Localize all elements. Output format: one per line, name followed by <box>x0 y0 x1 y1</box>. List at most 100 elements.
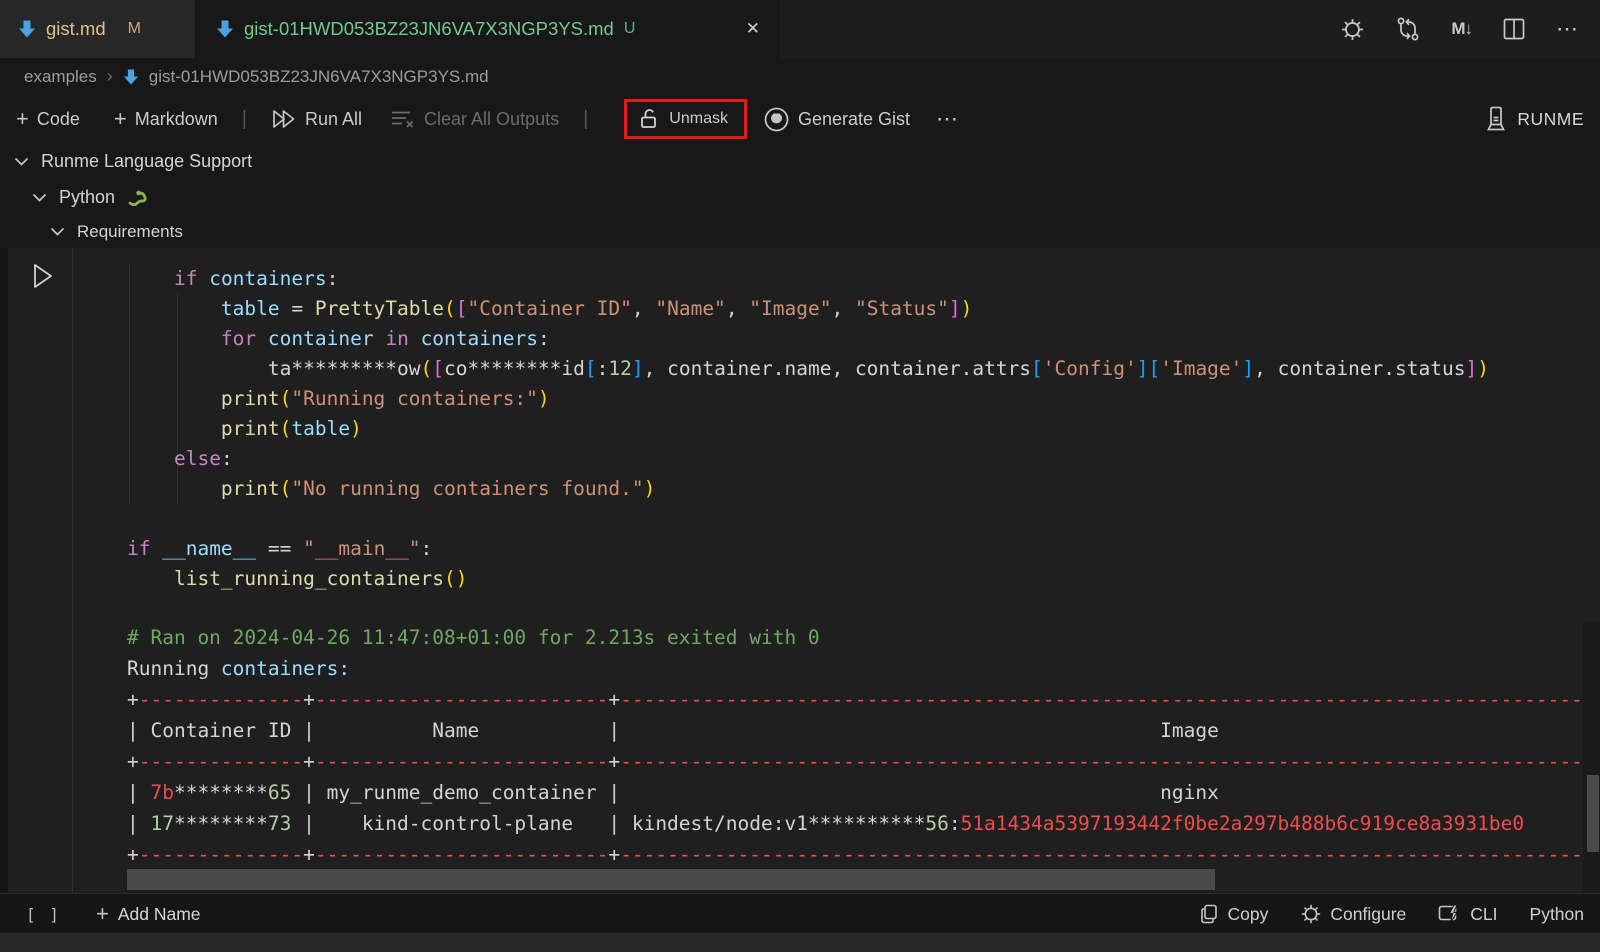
clear-all-outputs-icon <box>390 108 416 130</box>
add-markdown-button[interactable]: + Markdown <box>114 108 218 130</box>
vertical-scrollbar[interactable] <box>1587 775 1599 852</box>
gear-icon[interactable] <box>1340 17 1365 42</box>
notebook-toolbar: + Code + Markdown | Run All Clear All O <box>16 95 1584 143</box>
configure-button[interactable]: Configure <box>1300 903 1406 925</box>
generate-gist-button[interactable]: Generate Gist <box>763 106 910 133</box>
language-selector[interactable]: Python <box>1530 904 1584 925</box>
toolbar-separator: | <box>242 108 247 131</box>
cell-status-actions: Copy Configure CLI <box>1198 894 1584 934</box>
cell-code-editor[interactable]: if containers: table = PrettyTable(["Con… <box>127 264 1489 594</box>
plus-icon: + <box>96 901 109 927</box>
cli-button[interactable]: CLI <box>1438 903 1497 925</box>
runme-logo-icon <box>1484 105 1508 133</box>
horizontal-scrollbar[interactable] <box>127 869 1215 890</box>
outline-item-python[interactable]: Python <box>32 179 149 215</box>
outline-label: Requirements <box>77 222 183 242</box>
code-line: print(table) <box>127 414 1489 444</box>
git-modified-badge: M <box>128 20 141 38</box>
markdown-preview-icon[interactable]: M↓ <box>1451 19 1472 39</box>
code-line: +--------------+------------------------… <box>127 684 1583 715</box>
tab-gist-generated-md[interactable]: gist-01HWD053BZ23JN6VA7X3NGP3YS.md U ✕ <box>196 0 780 58</box>
plus-icon: + <box>16 108 29 130</box>
clear-all-outputs-button[interactable]: Clear All Outputs <box>390 108 559 130</box>
editor-tab-bar: gist.md M gist-01HWD053BZ23JN6VA7X3NGP3Y… <box>0 0 1600 58</box>
configure-label: Configure <box>1330 904 1406 925</box>
runme-label: RUNME <box>1517 109 1584 130</box>
code-line <box>127 504 1489 534</box>
outline-item-runme-language-support[interactable]: Runme Language Support <box>14 143 252 179</box>
add-name-button[interactable]: + Add Name <box>96 894 201 934</box>
add-name-label: Add Name <box>118 904 201 925</box>
more-actions-icon[interactable]: ⋯ <box>936 106 960 132</box>
chevron-down-icon <box>14 156 29 167</box>
code-line: | Container ID | Name | Image <box>127 715 1583 746</box>
code-line: print("Running containers:") <box>127 384 1489 414</box>
split-editor-icon[interactable] <box>1502 17 1526 41</box>
tab-label: gist.md <box>46 18 106 40</box>
code-line: print("No running containers found.") <box>127 474 1489 504</box>
code-line: | 17********73 | kind-control-plane | ki… <box>127 808 1583 839</box>
git-untracked-badge: U <box>624 20 636 38</box>
code-line: table = PrettyTable(["Container ID", "Na… <box>127 294 1489 324</box>
markdown-file-icon <box>123 68 139 86</box>
code-line: Running containers: <box>127 653 1583 684</box>
vscode-runme-notebook: { "glyphs": { "plus": "+", "pipe": "|", … <box>0 0 1600 952</box>
github-icon <box>763 106 790 133</box>
outline-label: Runme Language Support <box>41 151 252 172</box>
run-cell-button[interactable] <box>30 262 54 290</box>
cell-state-indicator: [ ] <box>26 894 61 934</box>
runme-brand: RUNME <box>1484 105 1584 133</box>
tab-gist-md[interactable]: gist.md M <box>0 0 196 58</box>
run-all-icon <box>271 107 297 131</box>
code-line: else: <box>127 444 1489 474</box>
copy-label: Copy <box>1228 904 1269 925</box>
code-line: # Ran on 2024-04-26 11:47:08+01:00 for 2… <box>127 622 1583 653</box>
cell-focus-strip <box>0 248 8 893</box>
markdown-file-icon <box>18 19 36 39</box>
cell-gutter-border <box>72 248 73 933</box>
cli-label: CLI <box>1470 904 1497 925</box>
code-line: +--------------+------------------------… <box>127 839 1583 870</box>
close-icon[interactable]: ✕ <box>742 17 764 41</box>
notebook-cell: if containers: table = PrettyTable(["Con… <box>0 248 1600 893</box>
copy-icon <box>1198 903 1220 925</box>
chevron-down-icon <box>50 226 65 237</box>
toolbar-separator: | <box>583 108 588 131</box>
add-markdown-label: Markdown <box>135 109 218 130</box>
notebook-header: examples › gist-01HWD053BZ23JN6VA7X3NGP3… <box>0 58 1600 248</box>
code-line: if __name__ == "__main__": <box>127 534 1489 564</box>
code-line: if containers: <box>127 264 1489 294</box>
notebook-background-strip <box>0 933 1600 952</box>
copy-button[interactable]: Copy <box>1198 903 1269 925</box>
clear-all-outputs-label: Clear All Outputs <box>424 109 559 130</box>
code-line: for container in containers: <box>127 324 1489 354</box>
run-all-button[interactable]: Run All <box>271 107 362 131</box>
snake-icon <box>127 187 149 207</box>
run-all-label: Run All <box>305 109 362 130</box>
breadcrumb-separator: › <box>107 66 113 87</box>
breadcrumb-file[interactable]: gist-01HWD053BZ23JN6VA7X3NGP3YS.md <box>149 67 489 87</box>
language-label: Python <box>1530 904 1584 925</box>
cli-terminal-icon <box>1438 903 1462 925</box>
cell-status-bar: [ ] + Add Name Copy <box>0 893 1600 933</box>
unmask-label: Unmask <box>669 110 728 128</box>
source-control-compare-icon[interactable] <box>1395 16 1421 42</box>
add-code-button[interactable]: + Code <box>16 108 80 130</box>
generate-gist-label: Generate Gist <box>798 109 910 130</box>
breadcrumb[interactable]: examples › gist-01HWD053BZ23JN6VA7X3NGP3… <box>24 58 489 95</box>
code-line: | 7b********65 | my_runme_demo_container… <box>127 777 1583 808</box>
outline-item-requirements[interactable]: Requirements <box>50 215 183 248</box>
more-actions-icon[interactable]: ⋯ <box>1556 16 1580 42</box>
gear-icon <box>1300 903 1322 925</box>
unmask-button-highlighted[interactable]: Unmask <box>624 99 747 139</box>
scrollbar-gutter <box>1583 622 1600 893</box>
outline-label: Python <box>59 187 115 208</box>
chevron-down-icon <box>32 192 47 203</box>
breadcrumb-folder[interactable]: examples <box>24 67 97 87</box>
code-line: +--------------+------------------------… <box>127 746 1583 777</box>
code-line: list_running_containers() <box>127 564 1489 594</box>
code-line: ta*********ow([co********id[:12], contai… <box>127 354 1489 384</box>
unlock-icon <box>639 108 659 130</box>
tab-label: gist-01HWD053BZ23JN6VA7X3NGP3YS.md <box>244 18 614 40</box>
markdown-file-icon <box>216 19 234 39</box>
